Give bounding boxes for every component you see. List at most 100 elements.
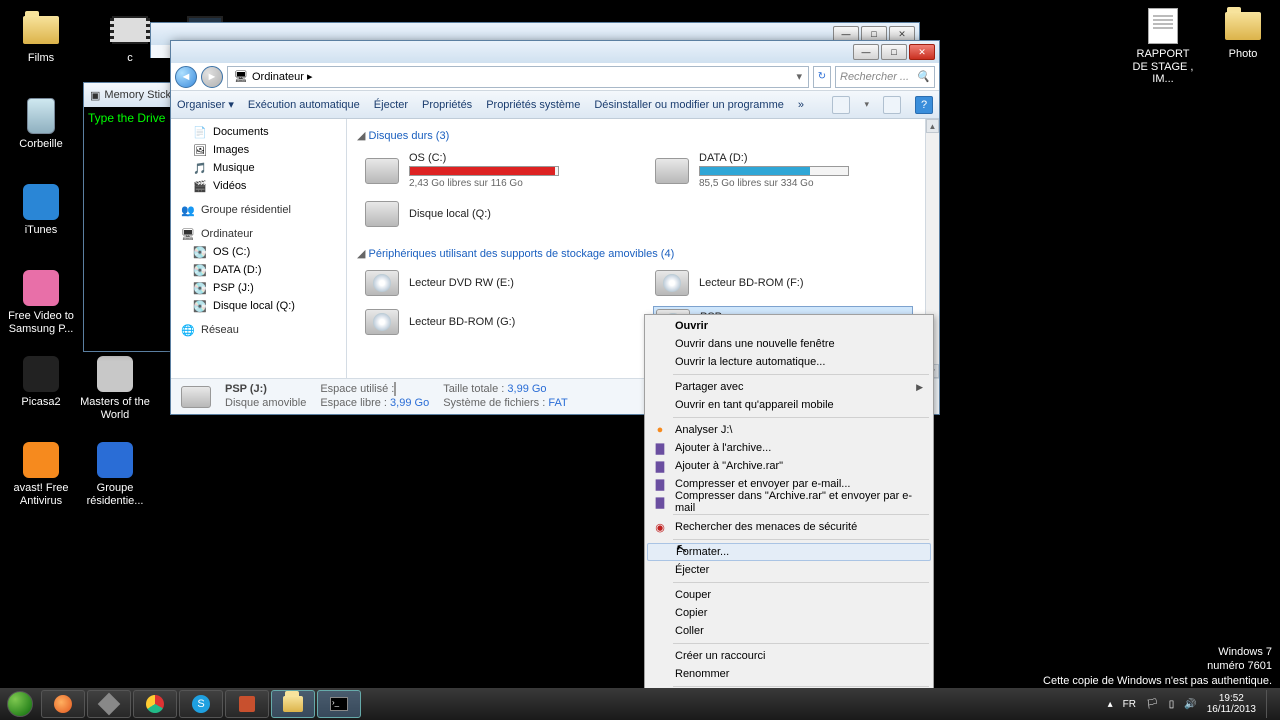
titlebar[interactable]: — □ ✕ [171,41,939,63]
close-button[interactable]: ✕ [909,44,935,60]
desktop-icon[interactable]: Corbeille [6,96,76,151]
toolbar-properties[interactable]: Propriétés [422,99,472,111]
drive-item[interactable]: Lecteur BD-ROM (G:) [363,306,623,338]
desktop-icon[interactable]: Free Video to Samsung P... [6,268,76,335]
tray-lang[interactable]: FR [1123,699,1136,710]
drive-item[interactable]: OS (C:)2,43 Go libres sur 116 Go [363,150,623,191]
help-button[interactable]: ? [915,96,933,114]
taskbar-cmd[interactable]: ›_ [317,690,361,718]
menu-item[interactable]: Ouvrir la lecture automatique... [647,353,931,371]
taskbar-explorer[interactable] [271,690,315,718]
menu-item[interactable]: ▇Ajouter à l'archive... [647,439,931,457]
desktop-icon[interactable]: Masters of the World [80,354,150,421]
taskbar[interactable]: S ›_ ▴ FR 🏳 ▯ 🔊 19:5216/11/2013 [0,688,1280,720]
nav-network[interactable]: 🌐Réseau [171,321,346,339]
address-bar: ◄ ► 🖥 Ordinateur ▸ ▾ ↻ Rechercher ... 🔍 [171,63,939,91]
maximize-button[interactable]: □ [881,44,907,60]
tray-flag-icon[interactable]: 🏳 [1146,699,1159,710]
desktop-icon[interactable]: Picasa2 [6,354,76,409]
taskbar-app[interactable] [87,690,131,718]
desktop-icon[interactable]: Films [6,10,76,65]
desktop-icon[interactable]: iTunes [6,182,76,237]
dropdown-icon[interactable]: ▾ [796,70,802,83]
menu-item[interactable]: Éjecter [647,561,931,579]
system-tray[interactable]: ▴ FR 🏳 ▯ 🔊 19:5216/11/2013 [1108,690,1280,718]
submenu-arrow-icon: ▶ [916,382,923,393]
menu-item[interactable]: ▇Ajouter à "Archive.rar" [647,457,931,475]
taskbar-firefox[interactable] [41,690,85,718]
menu-label: Éjecter [675,564,709,576]
taskbar-skype[interactable]: S [179,690,223,718]
menu-icon: ▇ [652,476,668,492]
refresh-button[interactable]: ↻ [813,66,831,88]
desktop-icon[interactable]: Photo [1208,6,1278,61]
menu-item[interactable]: Partager avec▶ [647,378,931,396]
icon [21,182,61,222]
menu-item[interactable]: ●Analyser J:\ [647,421,931,439]
menu-label: Ouvrir [675,320,708,332]
document-icon: 📄 [193,125,207,139]
nav-documents[interactable]: 📄Documents [171,123,346,141]
nav-images[interactable]: 🖼Images [171,141,346,159]
menu-item[interactable]: ▇Compresser dans "Archive.rar" et envoye… [647,493,931,511]
drive-item[interactable]: Lecteur DVD RW (E:) [363,268,623,298]
menu-item[interactable]: Renommer [647,665,931,683]
taskbar-app[interactable] [225,690,269,718]
nav-drive-q[interactable]: 💽Disque local (Q:) [171,297,346,315]
desktop-label: c [127,52,133,65]
group-removable[interactable]: ◢ Périphériques utilisant des supports d… [357,243,929,264]
toolbar-sysprops[interactable]: Propriétés système [486,99,580,111]
menu-item[interactable]: ◉Rechercher des menaces de sécurité [647,518,931,536]
tray-chevron-icon[interactable]: ▴ [1108,699,1113,710]
menu-item[interactable]: Formater... [647,543,931,561]
start-button[interactable] [0,688,40,720]
minimize-button[interactable]: — [853,44,879,60]
toolbar-autorun[interactable]: Exécution automatique [248,99,360,111]
tray-network-icon[interactable]: ▯ [1169,699,1175,710]
toolbar-overflow[interactable]: » [798,99,804,111]
menu-item[interactable]: Ouvrir en tant qu'appareil mobile [647,396,931,414]
show-desktop-button[interactable] [1266,690,1274,718]
nav-computer[interactable]: 🖥Ordinateur [171,225,346,243]
drive-item[interactable]: DATA (D:)85,5 Go libres sur 334 Go [653,150,913,191]
tray-volume-icon[interactable]: 🔊 [1184,699,1196,710]
drive-item[interactable]: Lecteur BD-ROM (F:) [653,268,913,298]
context-menu[interactable]: OuvrirOuvrir dans une nouvelle fenêtreOu… [644,314,934,711]
back-button[interactable]: ◄ [175,66,197,88]
nav-videos[interactable]: 🎬Vidéos [171,177,346,195]
menu-item[interactable]: Couper [647,586,931,604]
search-input[interactable]: Rechercher ... 🔍 [835,66,935,88]
view-button[interactable] [832,96,850,114]
menu-item[interactable]: Copier [647,604,931,622]
desktop-label: Groupe résidentie... [80,482,150,507]
nav-drive-d[interactable]: 💽DATA (D:) [171,261,346,279]
toolbar-eject[interactable]: Éjecter [374,99,408,111]
nav-music[interactable]: 🎵Musique [171,159,346,177]
nav-homegroup[interactable]: 👥Groupe résidentiel [171,201,346,219]
preview-pane-button[interactable] [883,96,901,114]
taskbar-chrome[interactable] [133,690,177,718]
forward-button[interactable]: ► [201,66,223,88]
toolbar-uninstall[interactable]: Désinstaller ou modifier un programme [594,99,784,111]
nav-drive-c[interactable]: 💽OS (C:) [171,243,346,261]
icon [21,354,61,394]
desktop-icon[interactable]: Groupe résidentie... [80,440,150,507]
menu-item[interactable]: Ouvrir dans une nouvelle fenêtre [647,335,931,353]
breadcrumb[interactable]: 🖥 Ordinateur ▸ ▾ [227,66,809,88]
tray-clock[interactable]: 19:5216/11/2013 [1207,693,1256,716]
toolbar-organize[interactable]: Organiser ▾ [177,98,234,111]
optical-drive-icon [655,270,689,296]
chevron-down-icon[interactable]: ▾ [864,99,869,110]
collapse-icon: ◢ [357,130,365,142]
scroll-up[interactable]: ▲ [926,119,939,133]
desktop-icon[interactable]: avast! Free Antivirus [6,440,76,507]
menu-item[interactable]: Coller [647,622,931,640]
group-hdd[interactable]: ◢ Disques durs (3) [357,125,929,146]
desktop-icon[interactable]: RAPPORT DE STAGE , IM... [1128,6,1198,86]
drive-item[interactable]: Disque local (Q:) [363,199,623,229]
menu-item[interactable]: Créer un raccourci [647,647,931,665]
nav-drive-j[interactable]: 💽PSP (J:) [171,279,346,297]
nav-pane[interactable]: 📄Documents 🖼Images 🎵Musique 🎬Vidéos 👥Gro… [171,119,347,378]
icon [21,10,61,50]
menu-item[interactable]: Ouvrir [647,317,931,335]
